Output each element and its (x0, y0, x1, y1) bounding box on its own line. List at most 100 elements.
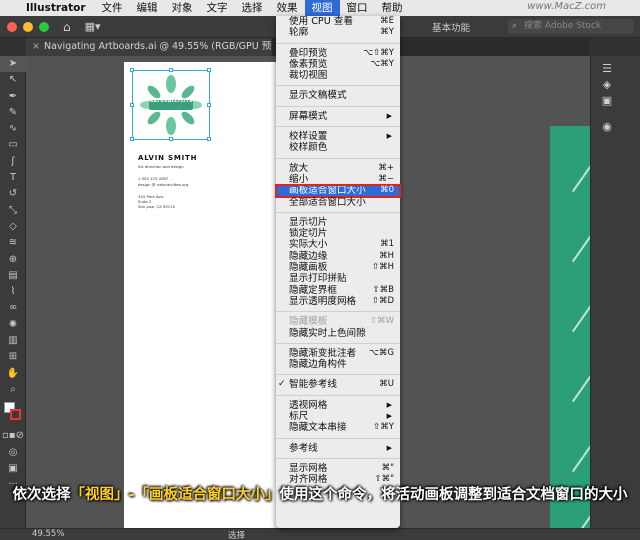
paintbrush-tool-icon[interactable]: ʃ (0, 154, 26, 170)
direct-selection-tool-icon[interactable]: ↖ (0, 72, 26, 88)
scale-tool-icon[interactable]: ⤡ (0, 203, 26, 219)
view-menu-item[interactable]: 缩小 ⌘− (276, 174, 400, 185)
menu-window[interactable]: 窗口 (340, 0, 375, 16)
selection-handle[interactable] (207, 68, 211, 72)
selection-tool-icon[interactable]: ➤ (0, 56, 26, 73)
view-menu-dropdown: 使用 CPU 查看 ⌘E 轮廓 ⌘Y 叠印预览 ⌥⇧⌘Y 像素预览 ⌥⌘Y 裁切视图显示文稿模式… (275, 16, 401, 528)
view-menu-item[interactable]: 隐藏实时上色间隙 (276, 328, 400, 339)
artboard-green-pattern[interactable] (550, 126, 590, 528)
view-menu-item[interactable]: 隐藏边角构件 (276, 359, 400, 370)
view-menu-item[interactable]: 叠印预览 ⌥⇧⌘Y (276, 48, 400, 59)
selection-handle[interactable] (130, 137, 134, 141)
menu-item-fit-artboard-in-window[interactable]: 画板适合窗口大小 ⌘0 (275, 184, 401, 198)
minimize-window-button[interactable] (23, 21, 33, 32)
zoom-window-button[interactable] (39, 21, 49, 32)
app-menu[interactable]: Illustrator (22, 2, 95, 14)
rotate-tool-icon[interactable]: ↺ (0, 186, 26, 202)
view-menu-item[interactable]: 参考线 ▶ (276, 443, 400, 454)
view-menu-item[interactable]: 校样设置 ▶ (276, 131, 400, 142)
view-menu-item[interactable]: 显示网格 ⌘" (276, 463, 400, 474)
document-tab[interactable]: × Navigating Artboards.ai @ 49.55% (RGB/… (26, 38, 272, 56)
tutorial-caption: 依次选择「视图」-「画板适合窗口大小」使用这个命令，将活动画板调整到适合文档窗口… (0, 486, 640, 505)
view-menu-item[interactable]: 校样颜色 (276, 142, 400, 153)
view-menu-item[interactable]: 像素预览 ⌥⌘Y (276, 59, 400, 70)
view-menu-item[interactable]: 裁切视图 (276, 70, 400, 81)
menu-item-shortcut: ⌘− (378, 173, 394, 184)
view-menu-item[interactable]: 锁定切片 (276, 228, 400, 239)
view-menu-item[interactable]: 隐藏画板 ⇧⌘H (276, 262, 400, 273)
shape-builder-tool-icon[interactable]: ⊕ (0, 252, 26, 268)
view-menu-item[interactable]: 对齐网格 ⇧⌘" (276, 474, 400, 485)
zoom-tool-icon[interactable]: ⌕ (0, 382, 26, 398)
artboard-tool-icon[interactable]: ⊞ (0, 349, 26, 365)
view-menu-item[interactable]: 轮廓 ⌘Y (276, 27, 400, 38)
width-tool-icon[interactable]: ≋ (0, 235, 26, 251)
selection-handle[interactable] (207, 103, 211, 107)
view-menu-item[interactable]: 隐藏渐变批注者 ⌥⌘G (276, 348, 400, 359)
menu-item-shortcut: ⌘+ (378, 162, 394, 173)
curvature-tool-icon[interactable]: ∿ (0, 121, 26, 137)
view-menu-item[interactable]: 显示文稿模式 (276, 90, 400, 101)
menu-help[interactable]: 帮助 (375, 0, 410, 16)
color-icon[interactable]: ◉ (600, 120, 614, 133)
menu-item-label: 校样颜色 (289, 142, 328, 154)
menu-item-shortcut: ⇧⌘H (371, 262, 394, 273)
view-menu-item[interactable]: 使用 CPU 查看 ⌘E (276, 16, 400, 27)
view-menu-item[interactable]: 显示打印拼贴 (276, 273, 400, 284)
fill-stroke-swatch[interactable] (0, 398, 26, 428)
eyedropper-tool-icon[interactable]: ⌇ (0, 284, 26, 300)
libraries-icon[interactable]: ▣ (600, 94, 614, 107)
view-menu-item[interactable]: ✓ 智能参考线 ⌘U (276, 379, 400, 390)
gradient-tool-icon[interactable]: ▤ (0, 268, 26, 284)
rectangle-tool-icon[interactable]: ▭ (0, 137, 26, 153)
menu-view[interactable]: 视图 (304, 0, 340, 16)
pen-tool-icon[interactable]: ✒ (0, 89, 26, 105)
view-menu-item[interactable]: 标尺 ▶ (276, 411, 400, 422)
color-mode-icons[interactable]: ▫▪⊘ (0, 428, 26, 444)
selection-handle[interactable] (130, 103, 134, 107)
selection-handle[interactable] (169, 68, 173, 72)
drawing-mode-icon[interactable]: ◎ (0, 445, 26, 461)
screen-mode-icon[interactable]: ▣ (0, 461, 26, 477)
menu-effect[interactable]: 效果 (270, 0, 305, 16)
blend-tool-icon[interactable]: ∞ (0, 300, 26, 316)
properties-icon[interactable]: ☰ (600, 62, 614, 75)
view-menu-item[interactable]: 显示透明度网格 ⇧⌘D (276, 296, 400, 307)
close-tab-icon[interactable]: × (32, 38, 40, 56)
view-menu-item[interactable]: 全部适合窗口大小 (276, 197, 400, 208)
column-graph-tool-icon[interactable]: ▥ (0, 333, 26, 349)
selection-handle[interactable] (207, 137, 211, 141)
menu-edit[interactable]: 编辑 (130, 0, 165, 16)
menu-item-shortcut: ⌥⌘Y (370, 58, 395, 69)
selection-handle[interactable] (169, 137, 173, 141)
symbol-sprayer-tool-icon[interactable]: ✺ (0, 317, 26, 333)
view-menu-item[interactable]: 实际大小 ⌘1 (276, 239, 400, 250)
menu-object[interactable]: 对象 (165, 0, 200, 16)
pencil-tool-icon[interactable]: ✎ (0, 105, 26, 121)
stroke-swatch[interactable] (10, 409, 21, 421)
menu-select[interactable]: 选择 (235, 0, 270, 16)
layers-icon[interactable]: ◈ (600, 78, 614, 91)
view-menu-item[interactable]: 透视网格 ▶ (276, 400, 400, 411)
workspace-switcher[interactable]: 基本功能 (432, 20, 470, 34)
eraser-tool-icon[interactable]: ◇ (0, 219, 26, 235)
menu-type[interactable]: 文字 (200, 0, 235, 16)
hand-tool-icon[interactable]: ✋ (0, 366, 26, 382)
zoom-level[interactable]: 49.55% (32, 529, 64, 539)
menu-file[interactable]: 文件 (95, 0, 130, 16)
view-menu-item[interactable]: 隐藏文本串接 ⇧⌘Y (276, 422, 400, 433)
view-menu-item[interactable]: 屏幕模式 ▶ (276, 111, 400, 122)
home-icon[interactable]: ⌂ (63, 20, 71, 34)
close-window-button[interactable] (7, 21, 17, 32)
view-menu-item[interactable]: 隐藏定界框 ⇧⌘B (276, 285, 400, 296)
type-tool-icon[interactable]: T (0, 170, 26, 186)
view-menu-item[interactable]: 显示切片 (276, 217, 400, 228)
selection-handle[interactable] (130, 68, 134, 72)
menu-item-label: 隐藏边角构件 (289, 359, 347, 371)
stock-search-input[interactable]: ⌕ 搜索 Adobe Stock (508, 19, 634, 34)
view-menu-item[interactable]: 放大 ⌘+ (276, 163, 400, 174)
view-menu-item[interactable]: 隐藏边缘 ⌘H (276, 251, 400, 262)
menu-item-label: 隐藏文本串接 (289, 422, 347, 434)
arrange-documents-icon[interactable]: ▦▾ (85, 20, 101, 33)
menu-item-label: 屏幕模式 (289, 110, 328, 122)
